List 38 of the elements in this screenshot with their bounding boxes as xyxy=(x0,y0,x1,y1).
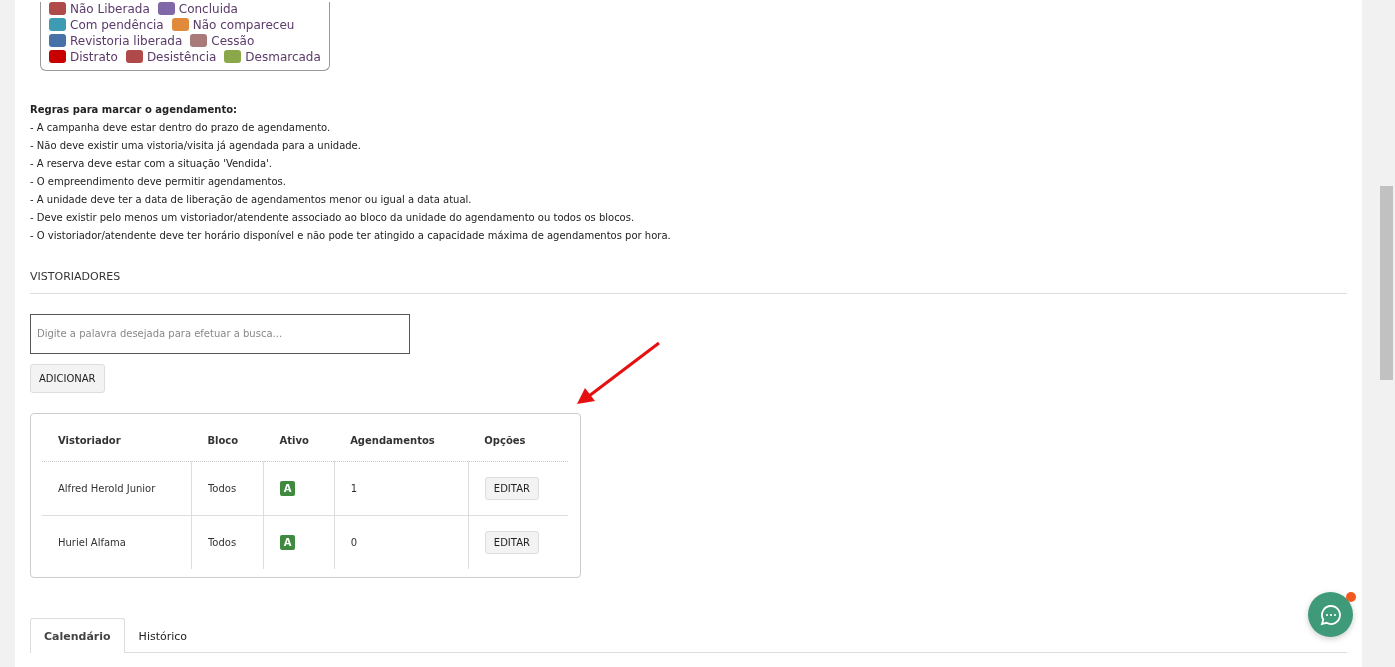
table-cell: Alfred Herold Junior xyxy=(58,482,156,494)
table-cell: 1 xyxy=(350,482,357,494)
rule-text: - A campanha deve estar dentro do prazo de agendamento. xyxy=(30,120,332,135)
add-button[interactable]: ADICIONAR xyxy=(30,363,105,393)
column-header: Agendamentos xyxy=(334,419,469,461)
active-badge: A xyxy=(280,480,296,496)
legend-label: Revistoria liberada xyxy=(70,33,183,48)
search-field[interactable]: Digite a palavra desejada para efetuar a busca... xyxy=(30,313,410,354)
rule-text: - Não deve existir uma vistoria/visita já agendada para a unidade. xyxy=(30,138,362,153)
legend-label: Não Liberada xyxy=(70,1,150,16)
edit-button[interactable]: EDITAR xyxy=(484,476,539,500)
column-header: Bloco xyxy=(191,419,264,461)
table-cell: Todos xyxy=(207,482,237,494)
legend-label: Desmarcada xyxy=(245,49,321,64)
table-cell: 0 xyxy=(350,536,357,548)
legend-label: Distrato xyxy=(70,49,118,64)
rule-text: - A unidade deve ter a data de liberação de agendamentos menor ou igual a data atual. xyxy=(30,192,473,207)
rule-text: - A reserva deve estar com a situação 'Vendida'. xyxy=(30,156,273,171)
rules-title: Regras para marcar o agendamento: xyxy=(30,102,239,117)
rule-text: - O empreendimento deve permitir agendamentos. xyxy=(30,174,287,189)
rule-text: - Deve existir pelo menos um vistoriador/atendente associado ao bloco da unidade do agendamento ou todos os blocos. xyxy=(30,210,636,225)
rule-text: - O vistoriador/atendente deve ter horário disponível e não pode ter atingido a capacidade máxima de agendamentos por hora. xyxy=(30,228,672,243)
edit-button[interactable]: EDITAR xyxy=(484,530,539,554)
legend-label: Não compareceu xyxy=(192,17,295,32)
column-header: Vistoriador xyxy=(42,419,192,461)
active-badge: A xyxy=(280,534,296,550)
table-cell: Todos xyxy=(207,536,237,548)
legend-label: Desistência xyxy=(146,49,217,64)
chat-bubble-icon xyxy=(1319,603,1342,626)
tab[interactable]: Calendário xyxy=(30,617,125,653)
table-cell: Huriel Alfama xyxy=(58,536,126,548)
legend-label: Cessão xyxy=(211,33,255,48)
legend-label: Concluida xyxy=(178,1,238,16)
column-header: Ativo xyxy=(263,419,335,461)
section-title: VISTORIADORES xyxy=(30,269,1347,294)
tab[interactable]: Histórico xyxy=(124,617,202,653)
column-header: Opções xyxy=(468,419,568,461)
legend-label: Com pendência xyxy=(70,17,164,32)
